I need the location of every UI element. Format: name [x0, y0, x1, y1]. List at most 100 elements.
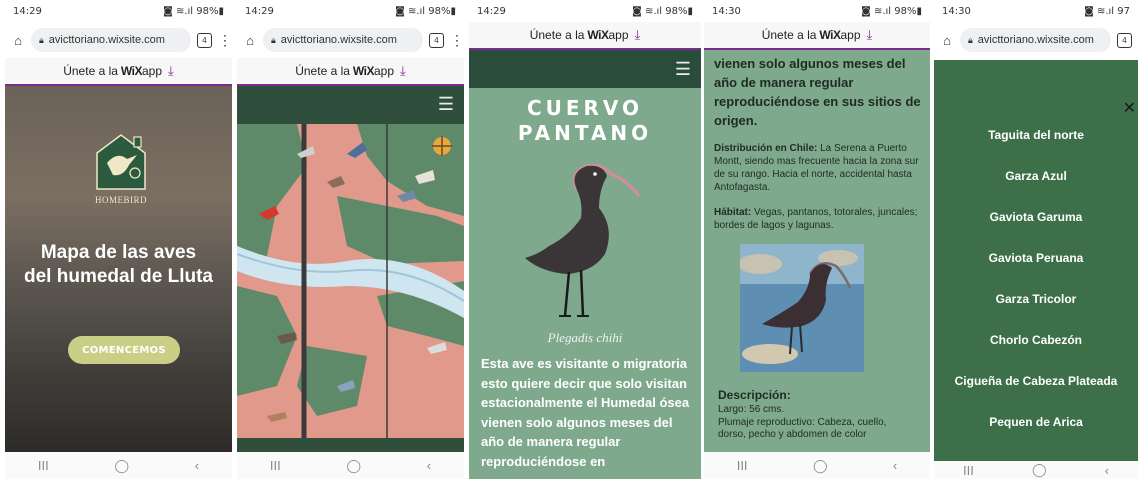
menu-item[interactable]: Taguita del norte — [934, 128, 1138, 142]
close-icon[interactable]: ✕ — [1123, 98, 1136, 118]
android-nav-bar: III ◯ ‹ — [934, 461, 1138, 479]
menu-item[interactable]: Gaviota Garuma — [934, 210, 1138, 224]
back-button[interactable]: ‹ — [1105, 463, 1109, 478]
menu-item[interactable]: Pequen de Arica — [934, 415, 1138, 429]
download-icon[interactable]: ⤓ — [635, 27, 641, 43]
url-field[interactable]: 🔒︎ avicttoriano.wixsite.com — [960, 28, 1111, 52]
home-button[interactable]: ◯ — [114, 458, 129, 474]
menu-hamburger-icon[interactable]: ☰ — [675, 59, 691, 80]
home-button[interactable]: ◯ — [346, 458, 361, 474]
url-text: avicttoriano.wixsite.com — [280, 34, 397, 46]
recents-button[interactable]: III — [737, 458, 748, 473]
wix-brand: WiX — [352, 64, 375, 78]
url-field[interactable]: 🔒︎ avicttoriano.wixsite.com — [31, 28, 191, 52]
species-title: CUERVO PANTANO — [469, 96, 701, 146]
status-time: 14:30 — [712, 5, 741, 17]
hero-section: HOMEBIRD Mapa de las aves del humedal de… — [5, 86, 232, 452]
tabs-count-icon[interactable]: 4 — [429, 32, 444, 48]
menu-item[interactable]: Garza Azul — [934, 169, 1138, 183]
intro-text: vienen solo algunos meses del año de man… — [714, 56, 921, 128]
bird-photo[interactable] — [740, 244, 864, 372]
screen-home: 14:29 ◙ ≋.ıl 98%▮ ⌂ 🔒︎ avicttoriano.wixs… — [5, 0, 232, 479]
menu-item[interactable]: Garza Tricolor — [934, 292, 1138, 306]
wix-app-banner[interactable]: Únete a la WiX app ⤓ — [704, 22, 930, 50]
download-icon[interactable]: ⤓ — [867, 27, 873, 43]
lock-icon: 🔒︎ — [39, 34, 44, 45]
distribution-text: Distribución en Chile: La Serena a Puert… — [714, 142, 922, 194]
status-bar: 14:29 ◙ ≋.ıl 98%▮ — [237, 0, 464, 22]
url-field[interactable]: 🔒︎ avicttoriano.wixsite.com — [263, 28, 423, 52]
browser-address-bar: ⌂ 🔒︎ avicttoriano.wixsite.com 4 ⋮ — [237, 22, 464, 58]
status-icons: ◙ ≋.ıl 98%▮ — [632, 5, 693, 17]
url-text: avicttoriano.wixsite.com — [48, 34, 165, 46]
recents-button[interactable]: III — [270, 458, 281, 473]
status-icons: ◙ ≋.ıl 98%▮ — [861, 5, 922, 17]
menu-item[interactable]: Chorlo Cabezón — [934, 333, 1138, 347]
wix-banner-suffix: app — [373, 64, 395, 78]
logo-text: HOMEBIRD — [94, 195, 147, 205]
back-button[interactable]: ‹ — [195, 458, 199, 473]
tabs-count-icon[interactable]: 4 — [197, 32, 212, 48]
download-icon[interactable]: ⤓ — [168, 63, 174, 79]
wix-app-banner[interactable]: Únete a la WiX app ⤓ — [237, 58, 464, 86]
status-bar: 14:29 ◙ ≋.ıl 98%▮ — [469, 0, 701, 22]
hero-title: Mapa de las aves del humedal de Lluta — [5, 241, 232, 289]
back-button[interactable]: ‹ — [893, 458, 897, 473]
wix-brand: WiX — [819, 28, 841, 42]
wix-app-banner[interactable]: Únete a la WiX app ⤓ — [5, 58, 232, 86]
home-icon[interactable]: ⌂ — [243, 33, 257, 48]
home-icon[interactable]: ⌂ — [11, 33, 25, 48]
description-heading: Descripción: — [718, 388, 791, 402]
status-icons: ◙ ≋.ıl 97 — [1084, 5, 1130, 17]
menu-item[interactable]: Gaviota Peruana — [934, 251, 1138, 265]
home-button[interactable]: ◯ — [813, 458, 828, 474]
info-content: vienen solo algunos meses del año de man… — [714, 54, 922, 232]
status-icons: ◙ ≋.ıl 98%▮ — [163, 5, 224, 17]
wix-app-banner[interactable]: Únete a la WiX app ⤓ — [469, 22, 701, 50]
status-icons: ◙ ≋.ıl 98%▮ — [395, 5, 456, 17]
status-time: 14:29 — [245, 5, 274, 17]
menu-item[interactable]: Cigueña de Cabeza Plateada — [934, 374, 1138, 388]
wix-banner-suffix: app — [840, 28, 861, 42]
description-length: Largo: 56 cms. — [718, 404, 785, 415]
more-menu-icon[interactable]: ⋮ — [450, 32, 464, 49]
status-time: 14:29 — [13, 5, 42, 17]
wix-brand: WiX — [587, 28, 609, 42]
lock-icon: 🔒︎ — [968, 34, 973, 45]
screen-menu: 14:30 ◙ ≋.ıl 97 ⌂ 🔒︎ avicttoriano.wixsit… — [934, 0, 1138, 479]
android-nav-bar: III ◯ ‹ — [237, 452, 464, 479]
status-time: 14:30 — [942, 5, 971, 17]
start-button[interactable]: COMENCEMOS — [68, 336, 180, 364]
species-title-line1: CUERVO — [526, 96, 644, 120]
url-text: avicttoriano.wixsite.com — [977, 34, 1094, 46]
back-button[interactable]: ‹ — [427, 458, 431, 473]
species-description: Esta ave es visitante o migratoria esto … — [481, 356, 690, 469]
more-menu-icon[interactable]: ⋮ — [218, 32, 232, 49]
site-header: ☰ — [469, 50, 701, 88]
distribution-label: Distribución en Chile: — [714, 143, 818, 154]
android-nav-bar: III ◯ ‹ — [5, 452, 232, 479]
wetland-map[interactable]: ☰ — [237, 86, 464, 452]
home-button[interactable]: ◯ — [1032, 462, 1047, 478]
menu-hamburger-icon[interactable]: ☰ — [438, 94, 454, 115]
status-bar: 14:29 ◙ ≋.ıl 98%▮ — [5, 0, 232, 22]
homebird-logo — [96, 134, 146, 190]
recents-button[interactable]: III — [38, 458, 49, 473]
download-icon[interactable]: ⤓ — [400, 63, 406, 79]
status-time: 14:29 — [477, 5, 506, 17]
description-plumage: Plumaje reproductivo: Cabeza, cuello, do… — [718, 416, 887, 441]
species-title-line2: PANTANO — [517, 121, 653, 145]
wix-banner-prefix: Únete a la — [761, 28, 817, 42]
description-text: Largo: 56 cms. Plumaje reproductivo: Cab… — [718, 404, 908, 442]
nav-menu: ✕ Taguita del norte Garza Azul Gaviota G… — [934, 60, 1138, 461]
hero-title-line1: Mapa de las aves — [40, 242, 197, 263]
ibis-illustration — [525, 164, 641, 317]
lock-icon: 🔒︎ — [271, 34, 276, 45]
home-icon[interactable]: ⌂ — [940, 33, 954, 48]
habitat-label: Hábitat: — [714, 207, 752, 218]
map-illustration — [237, 86, 464, 452]
status-bar: 14:30 ◙ ≋.ıl 98%▮ — [704, 0, 930, 22]
tabs-count-icon[interactable]: 4 — [1117, 32, 1132, 48]
browser-address-bar: ⌂ 🔒︎ avicttoriano.wixsite.com 4 — [934, 22, 1138, 58]
recents-button[interactable]: III — [963, 463, 974, 478]
